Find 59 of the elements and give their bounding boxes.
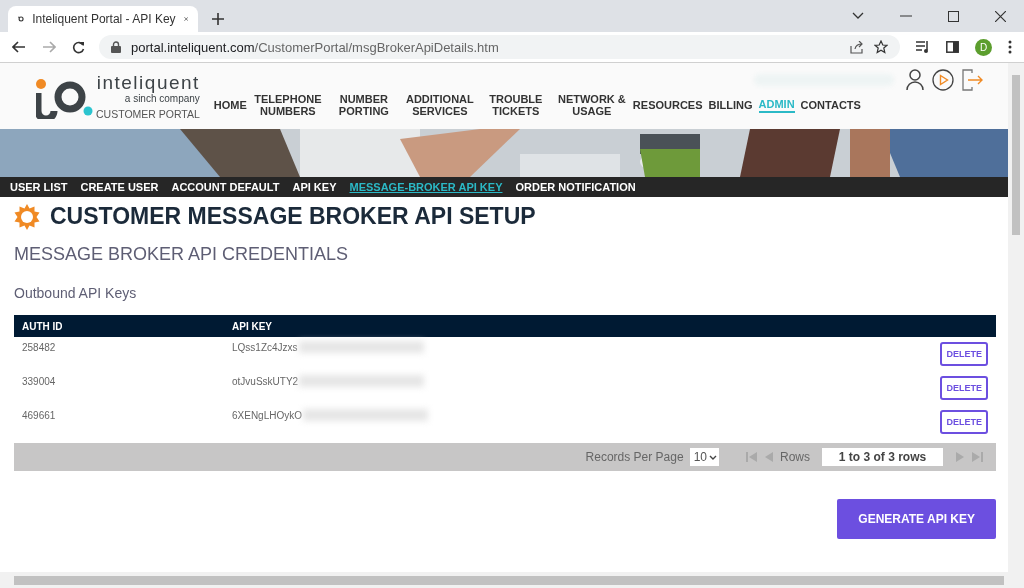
nav-link[interactable]: RESOURCES [632,99,703,111]
menu-icon[interactable] [1008,40,1012,54]
column-header: AUTH ID [21,320,64,332]
nav-link[interactable]: TELEPHONE NUMBERS [252,93,323,117]
rows-label: Rows [780,450,810,464]
subnav-link[interactable]: ORDER NOTIFICATION [515,181,636,193]
star-icon[interactable] [874,40,888,54]
subnav-link[interactable]: CREATE USER [80,181,159,193]
generate-api-key-button[interactable]: GENERATE API KEY [837,499,996,539]
side-panel-icon[interactable] [946,41,959,53]
subnav-link[interactable]: MESSAGE-BROKER API KEY [349,181,503,193]
table-cell-text: 258482 [21,341,57,353]
brand-tagline: a sinch company [124,92,200,105]
caret-icon [709,454,717,460]
delete-button[interactable]: DELETE [940,410,988,434]
subnav-link[interactable]: API KEY [292,181,337,193]
portal-label: CUSTOMER PORTAL [96,107,200,120]
nav-link[interactable]: NUMBER PORTING [328,93,399,117]
table-cell: LQss1Zc4Jzxs [232,341,298,353]
records-per-page-select[interactable]: 10 [689,448,719,466]
column-header: API KEY [232,320,272,332]
reload-icon[interactable] [72,40,85,54]
table-cell: otJvuSskUTY2 [232,375,299,387]
plus-icon[interactable] [212,13,224,25]
nav-link[interactable]: HOME [213,99,247,111]
tab-title: Inteliquent Portal - API Key [32,12,176,26]
browser-tab[interactable]: Inteliquent Portal - API Key [8,6,198,32]
lock-icon [111,41,121,53]
share-icon[interactable] [850,40,864,54]
back-arrow-icon[interactable] [12,41,26,53]
table-cell: 6XENgLHOykO [232,409,303,421]
nav-link[interactable]: BILLING [708,99,753,111]
nav-link[interactable]: NETWORK & USAGE [556,93,627,117]
logout-icon[interactable] [962,69,984,91]
subnav-link[interactable]: ACCOUNT DEFAULT [171,181,280,193]
delete-button[interactable]: DELETE [940,342,988,366]
logo-icon [36,76,94,119]
table-cell-text: 469661 [21,409,57,421]
chevron-down-icon[interactable] [852,12,864,20]
subnav-link[interactable]: USER LIST [10,181,68,193]
play-icon[interactable] [932,69,954,91]
nav-link[interactable]: CONTACTS [800,99,861,111]
brand-name: inteliquent [96,72,200,93]
maximize-icon[interactable] [948,10,959,22]
media-icon[interactable] [916,41,930,53]
section-title: MESSAGE BROKER API CREDENTIALS [14,244,350,265]
table-cell-text: 339004 [21,375,57,387]
nav-link[interactable]: ADDITIONAL SERVICES [404,93,475,117]
subsection-title: Outbound API Keys [14,285,138,301]
close-icon[interactable] [995,10,1006,22]
gear-icon [14,203,40,230]
records-per-page-label: Records Per Page [585,450,684,464]
url-text: portal.inteliquent.com/CustomerPortal/msgBrokerApiDetails.htm [131,39,499,55]
address-field[interactable]: portal.inteliquent.com/CustomerPortal/msgBrokerApiDetails.htm [99,35,900,59]
page-title: CUSTOMER MESSAGE BROKER API SETUP [50,203,536,230]
nav-link[interactable]: TROUBLE TICKETS [480,93,551,117]
rows-range-field[interactable]: 1 to 3 of 3 rows [822,448,943,466]
user-icon[interactable] [906,69,924,91]
delete-button[interactable]: DELETE [940,376,988,400]
